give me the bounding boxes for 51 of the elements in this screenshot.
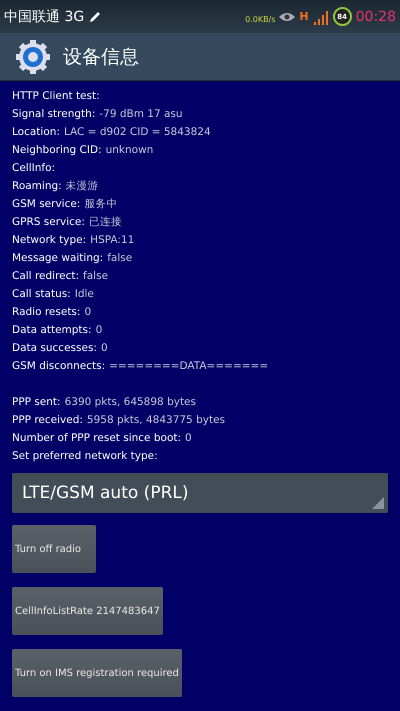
field-value: 0 [185,432,192,444]
eye-icon [279,12,296,22]
field-value: 服务中 [84,198,118,210]
field-label: Network type: [12,234,86,246]
dropdown-corner-icon [372,497,384,509]
action-button[interactable]: Turn off radio [12,525,96,573]
carrier-name: 中国联通 3G [4,8,84,26]
action-button[interactable]: CellInfoListRate 2147483647 [12,587,163,635]
settings-icon [15,38,51,74]
field-label: HTTP Client test: [12,90,100,102]
field-label: GSM disconnects: [12,360,106,372]
field-value: 0 [84,306,92,318]
field-label: Message waiting: [12,252,104,264]
field-value: 未漫游 [66,180,99,192]
clock: 00:28 [356,8,396,24]
field-label: GPRS service: [12,216,85,228]
field-value: 已连接 [88,216,122,228]
field-value: LAC = d902 CID = 5843824 [64,126,211,138]
field-value: false [83,270,108,282]
screen-title: 设备信息 [63,44,139,70]
field-value: false [107,252,132,264]
field-label: GSM service: [12,198,80,210]
network-indicator: H [299,11,309,22]
field-label: Neighboring CID: [12,144,102,156]
field-value: 6390 pkts, 645898 bytes [64,396,196,408]
field-label: Location: [12,126,60,138]
field-label: Data attempts: [12,324,92,336]
field-label: Call redirect: [12,270,80,282]
field-value: -79 dBm 17 asu [99,108,183,120]
network-type-dropdown[interactable]: LTE/GSM auto (PRL) [12,473,388,513]
signal-icon [312,8,329,24]
field-label: CellInfo: [12,162,56,174]
field-label: Radio resets: [12,306,80,318]
action-button[interactable]: Turn on IMS registration required [12,649,182,697]
field-label: PPP sent: [12,396,61,408]
field-label: Signal strength: [12,108,96,120]
field-value: ========DATA======= [109,360,268,372]
field-label: Roaming: [12,180,62,192]
data-speed: 0.0KB/s [245,15,276,24]
field-label: Data successes: [12,342,97,354]
field-value: Idle [74,288,94,300]
field-value: 5958 pkts, 4843775 bytes [86,414,226,426]
field-label: Call status: [12,288,71,300]
field-value: 0 [100,342,108,354]
field-label: PPP received: [12,414,83,426]
field-value: 0 [96,324,102,336]
field-value: HSPA:11 [90,234,134,246]
field-label: Set preferred network type: [12,450,158,462]
pencil-icon [88,10,102,24]
field-label: Number of PPP reset since boot: [12,432,182,444]
field-value: unknown [106,144,154,156]
